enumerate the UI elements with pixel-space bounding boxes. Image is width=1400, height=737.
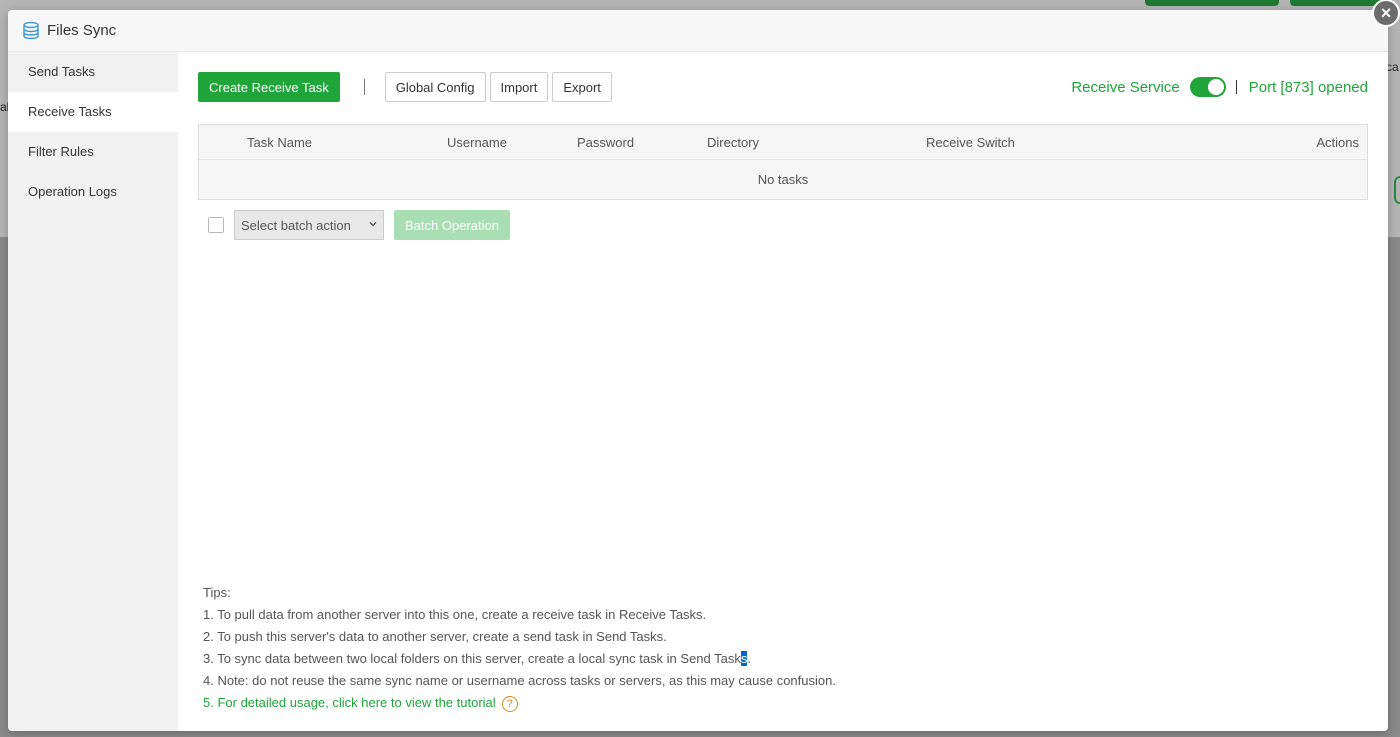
sidebar-item-send-tasks[interactable]: Send Tasks — [8, 52, 178, 92]
tip-text: 3. To sync data between two local folder… — [203, 651, 741, 666]
tips-section: Tips: 1. To pull data from another serve… — [203, 582, 836, 714]
tip-item: 3. To sync data between two local folder… — [203, 648, 836, 670]
batch-bar: Select batch action Batch Operation — [198, 210, 1368, 240]
global-config-button[interactable]: Global Config — [384, 72, 486, 102]
import-button[interactable]: Import — [489, 72, 549, 102]
toolbar: Create Receive Task Global Config Import… — [198, 72, 1368, 102]
receive-service-status: Receive Service Port [873] opened — [1071, 77, 1368, 97]
tutorial-link[interactable]: For detailed usage, click here to view t… — [217, 695, 495, 710]
modal-body: Send Tasks Receive Tasks Filter Rules Op… — [8, 52, 1388, 731]
column-receive-switch[interactable]: Receive Switch — [926, 135, 1015, 150]
chevron-down-icon — [369, 222, 377, 227]
column-task-name[interactable]: Task Name — [247, 135, 312, 150]
tasks-table: Task Name Username Password Directory Re… — [198, 124, 1368, 200]
empty-state: No tasks — [199, 160, 1367, 199]
port-status: Port [873] opened — [1248, 78, 1368, 96]
column-username[interactable]: Username — [447, 135, 507, 150]
column-password[interactable]: Password — [577, 135, 634, 150]
column-actions: Actions — [1316, 134, 1359, 150]
tip-number: 5. — [203, 695, 218, 710]
tip-item: 4. Note: do not reuse the same sync name… — [203, 673, 836, 688]
close-button[interactable]: × — [1372, 0, 1400, 27]
batch-action-placeholder: Select batch action — [241, 217, 351, 233]
table-header: Task Name Username Password Directory Re… — [199, 125, 1367, 160]
select-all-checkbox[interactable] — [208, 217, 224, 233]
toolbar-divider — [363, 79, 365, 95]
sidebar: Send Tasks Receive Tasks Filter Rules Op… — [8, 52, 178, 731]
tips-heading: Tips: — [203, 585, 231, 600]
main-panel: Create Receive Task Global Config Import… — [178, 52, 1388, 731]
database-icon — [22, 21, 40, 41]
batch-action-select[interactable]: Select batch action — [234, 210, 384, 240]
sidebar-item-operation-logs[interactable]: Operation Logs — [8, 172, 178, 212]
status-divider — [1235, 80, 1237, 94]
tip-item: 1. To pull data from another server into… — [203, 607, 707, 622]
tip-text: . — [747, 651, 751, 666]
create-receive-task-button[interactable]: Create Receive Task — [198, 72, 340, 102]
receive-service-label: Receive Service — [1071, 78, 1180, 96]
column-directory[interactable]: Directory — [707, 135, 759, 150]
question-icon[interactable]: ? — [501, 695, 518, 712]
receive-service-toggle[interactable] — [1189, 77, 1226, 97]
background-button — [1145, 0, 1279, 6]
files-sync-modal: Files Sync Send Tasks Receive Tasks Filt… — [8, 10, 1388, 731]
sidebar-item-filter-rules[interactable]: Filter Rules — [8, 132, 178, 172]
sidebar-item-receive-tasks[interactable]: Receive Tasks — [8, 92, 178, 132]
export-button[interactable]: Export — [552, 72, 612, 102]
tip-item: 5. For detailed usage, click here to vie… — [203, 692, 836, 714]
modal-header: Files Sync — [8, 10, 1388, 52]
batch-operation-button[interactable]: Batch Operation — [394, 210, 510, 240]
background-control — [1394, 176, 1400, 204]
tip-item: 2. To push this server's data to another… — [203, 629, 667, 644]
toggle-knob — [1207, 79, 1224, 95]
modal-title: Files Sync — [47, 22, 117, 39]
